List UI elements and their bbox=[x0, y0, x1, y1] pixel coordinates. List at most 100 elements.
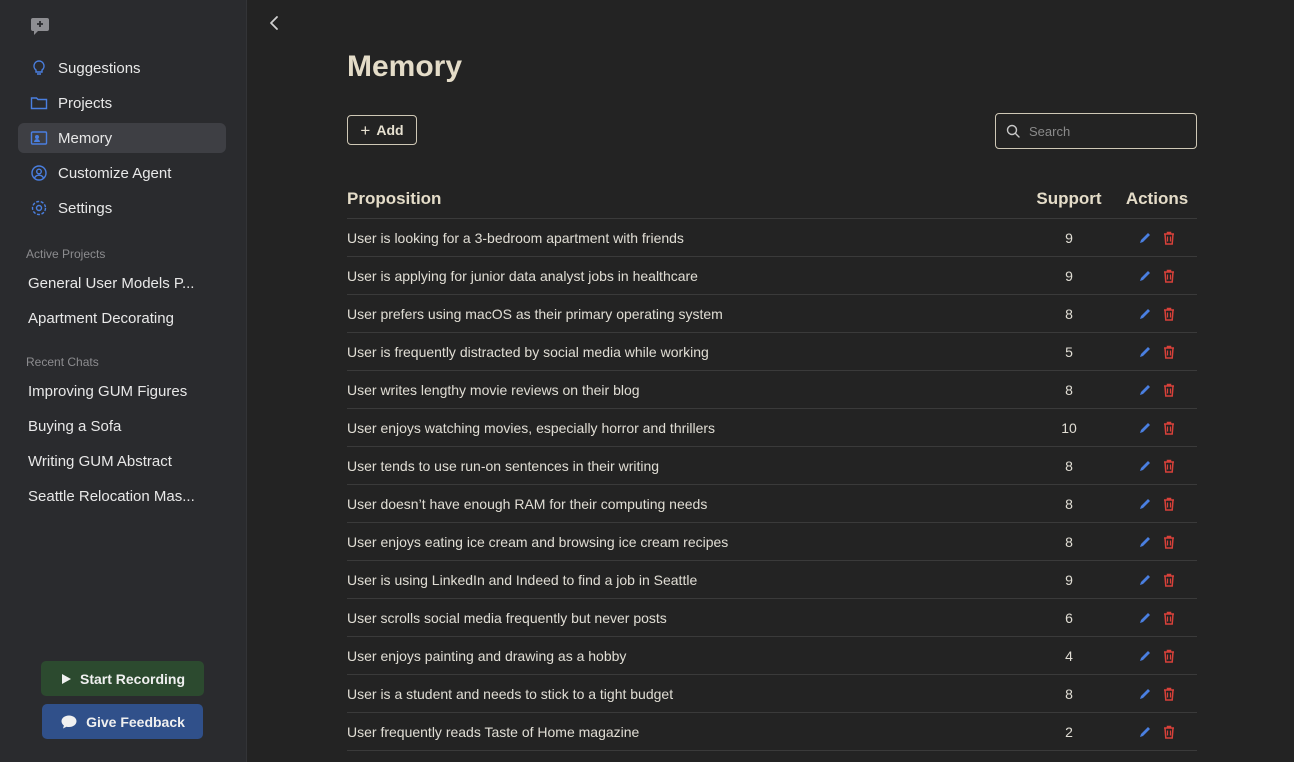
table-row[interactable]: User scrolls social media frequently but… bbox=[347, 599, 1197, 637]
edit-pencil-icon[interactable] bbox=[1138, 459, 1152, 473]
table-row[interactable]: User is a student and needs to stick to … bbox=[347, 675, 1197, 713]
edit-pencil-icon[interactable] bbox=[1138, 231, 1152, 245]
actions-cell bbox=[1117, 231, 1197, 245]
table-row[interactable]: User doesn’t have enough RAM for their c… bbox=[347, 485, 1197, 523]
sidebar-item-projects[interactable]: Projects bbox=[18, 88, 226, 118]
proposition-cell: User is applying for junior data analyst… bbox=[347, 267, 698, 284]
recent-chats-heading: Recent Chats bbox=[26, 355, 99, 369]
trash-icon[interactable] bbox=[1162, 535, 1176, 549]
support-cell: 2 bbox=[1065, 723, 1073, 740]
sidebar-item-memory[interactable]: Memory bbox=[18, 123, 226, 153]
page-title: Memory bbox=[347, 50, 463, 83]
support-cell: 5 bbox=[1065, 343, 1073, 360]
edit-pencil-icon[interactable] bbox=[1138, 725, 1152, 739]
sidebar-item-settings[interactable]: Settings bbox=[18, 193, 226, 223]
actions-cell bbox=[1117, 383, 1197, 397]
trash-icon[interactable] bbox=[1162, 573, 1176, 587]
project-item[interactable]: General User Models P... bbox=[28, 266, 203, 301]
sidebar-item-label: Projects bbox=[58, 94, 113, 112]
give-feedback-button[interactable]: Give Feedback bbox=[42, 704, 203, 739]
play-icon bbox=[61, 673, 71, 684]
actions-cell bbox=[1117, 611, 1197, 625]
actions-cell bbox=[1117, 725, 1197, 739]
sidebar-item-label: Memory bbox=[58, 129, 113, 147]
table-row[interactable]: User tends to use run-on sentences in th… bbox=[347, 447, 1197, 485]
add-button[interactable]: + Add bbox=[347, 115, 417, 145]
lightbulb-icon bbox=[30, 59, 48, 77]
chat-item[interactable]: Buying a Sofa bbox=[28, 409, 203, 444]
proposition-cell: User tends to use run-on sentences in th… bbox=[347, 457, 660, 474]
sidebar-item-customize-agent[interactable]: Customize Agent bbox=[18, 158, 226, 188]
chat-item[interactable]: Seattle Relocation Mas... bbox=[28, 479, 203, 514]
edit-pencil-icon[interactable] bbox=[1138, 649, 1152, 663]
folder-icon bbox=[30, 94, 48, 112]
table-row[interactable]: User is looking for a 3-bedroom apartmen… bbox=[347, 219, 1197, 257]
support-cell: 10 bbox=[1061, 419, 1077, 436]
actions-cell bbox=[1117, 497, 1197, 511]
table-row[interactable]: User enjoys watching movies, especially … bbox=[347, 409, 1197, 447]
table-row[interactable]: User writes lengthy movie reviews on the… bbox=[347, 371, 1197, 409]
table-row[interactable]: User enjoys painting and drawing as a ho… bbox=[347, 637, 1197, 675]
support-cell: 9 bbox=[1065, 571, 1073, 588]
proposition-cell: User scrolls social media frequently but… bbox=[347, 609, 667, 626]
trash-icon[interactable] bbox=[1162, 269, 1176, 283]
actions-cell bbox=[1117, 421, 1197, 435]
trash-icon[interactable] bbox=[1162, 383, 1176, 397]
trash-icon[interactable] bbox=[1162, 231, 1176, 245]
active-projects-list: General User Models P... Apartment Decor… bbox=[28, 266, 203, 336]
table-row[interactable]: User is frequently distracted by social … bbox=[347, 333, 1197, 371]
proposition-cell: User enjoys watching movies, especially … bbox=[347, 419, 716, 436]
edit-pencil-icon[interactable] bbox=[1138, 535, 1152, 549]
search-box[interactable] bbox=[995, 113, 1197, 149]
actions-cell bbox=[1117, 573, 1197, 587]
table-row[interactable]: User is using LinkedIn and Indeed to fin… bbox=[347, 561, 1197, 599]
trash-icon[interactable] bbox=[1162, 611, 1176, 625]
chat-item[interactable]: Improving GUM Figures bbox=[28, 374, 203, 409]
search-input[interactable] bbox=[1027, 122, 1181, 140]
speech-bubble-icon bbox=[61, 715, 77, 728]
actions-cell bbox=[1117, 459, 1197, 473]
support-cell: 8 bbox=[1065, 457, 1073, 474]
trash-icon[interactable] bbox=[1162, 459, 1176, 473]
table-row[interactable]: User enjoys eating ice cream and browsin… bbox=[347, 523, 1197, 561]
table-row[interactable]: User frequently reads Taste of Home maga… bbox=[347, 713, 1197, 751]
table-row[interactable]: User prefers using macOS as their primar… bbox=[347, 295, 1197, 333]
support-cell: 8 bbox=[1065, 381, 1073, 398]
edit-pencil-icon[interactable] bbox=[1138, 269, 1152, 283]
chevron-left-icon[interactable] bbox=[267, 14, 283, 32]
trash-icon[interactable] bbox=[1162, 421, 1176, 435]
actions-cell bbox=[1117, 307, 1197, 321]
chat-item[interactable]: Writing GUM Abstract bbox=[28, 444, 203, 479]
start-recording-button[interactable]: Start Recording bbox=[41, 661, 204, 696]
support-cell: 8 bbox=[1065, 495, 1073, 512]
plus-icon: + bbox=[360, 120, 371, 140]
edit-pencil-icon[interactable] bbox=[1138, 421, 1152, 435]
edit-pencil-icon[interactable] bbox=[1138, 611, 1152, 625]
trash-icon[interactable] bbox=[1162, 345, 1176, 359]
sidebar-nav: Suggestions Projects Memory Customize Ag… bbox=[18, 53, 226, 228]
recent-chats-list: Improving GUM Figures Buying a Sofa Writ… bbox=[28, 374, 203, 514]
trash-icon[interactable] bbox=[1162, 649, 1176, 663]
proposition-cell: User is frequently distracted by social … bbox=[347, 343, 709, 360]
actions-cell bbox=[1117, 269, 1197, 283]
project-item[interactable]: Apartment Decorating bbox=[28, 301, 203, 336]
start-recording-label: Start Recording bbox=[79, 670, 185, 687]
trash-icon[interactable] bbox=[1162, 307, 1176, 321]
edit-pencil-icon[interactable] bbox=[1138, 573, 1152, 587]
trash-icon[interactable] bbox=[1162, 687, 1176, 701]
edit-pencil-icon[interactable] bbox=[1138, 497, 1152, 511]
trash-icon[interactable] bbox=[1162, 725, 1176, 739]
sidebar-item-suggestions[interactable]: Suggestions bbox=[18, 53, 226, 83]
edit-pencil-icon[interactable] bbox=[1138, 307, 1152, 321]
proposition-cell: User doesn’t have enough RAM for their c… bbox=[347, 495, 708, 512]
chat-logo-icon[interactable] bbox=[30, 16, 50, 36]
trash-icon[interactable] bbox=[1162, 497, 1176, 511]
sidebar-item-label: Suggestions bbox=[58, 59, 141, 77]
header-support[interactable]: Support bbox=[1035, 189, 1103, 209]
edit-pencil-icon[interactable] bbox=[1138, 687, 1152, 701]
table-row[interactable]: User is applying for junior data analyst… bbox=[347, 257, 1197, 295]
edit-pencil-icon[interactable] bbox=[1138, 345, 1152, 359]
header-proposition[interactable]: Proposition bbox=[347, 189, 1035, 209]
support-cell: 8 bbox=[1065, 533, 1073, 550]
edit-pencil-icon[interactable] bbox=[1138, 383, 1152, 397]
